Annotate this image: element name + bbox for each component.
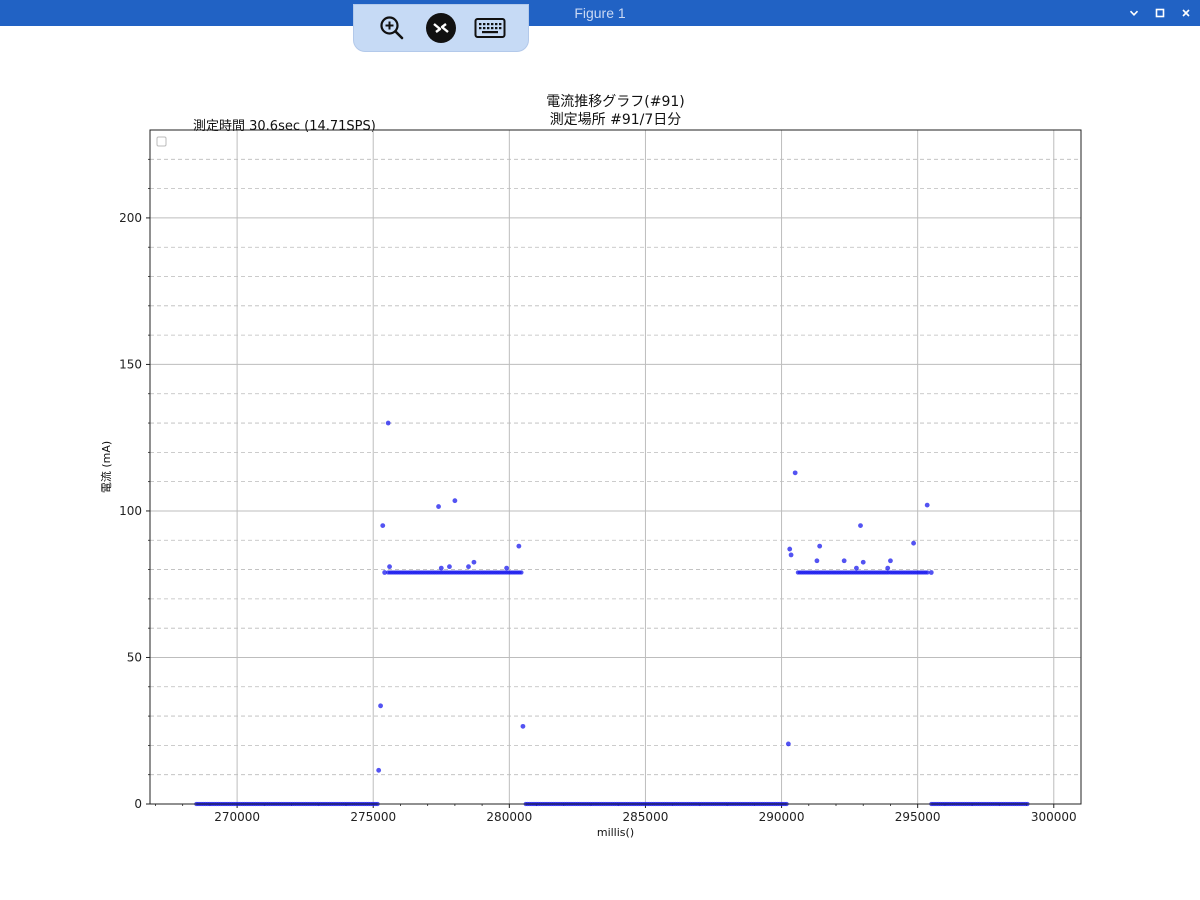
data-point [817, 543, 823, 549]
y-tick-label: 0 [134, 797, 142, 811]
data-point [787, 546, 793, 552]
y-tick-label: 50 [127, 650, 142, 664]
data-point [841, 558, 847, 564]
data-point [519, 570, 524, 575]
data-point [860, 559, 866, 565]
data-point [378, 703, 383, 709]
y-tick-label: 150 [119, 357, 142, 371]
x-tick-label: 290000 [759, 810, 805, 824]
data-point [438, 565, 444, 571]
plot-frame [149, 129, 1082, 805]
data-point [376, 767, 382, 773]
data-point [785, 741, 791, 747]
data-point [447, 564, 452, 570]
data-point [854, 565, 859, 571]
data-point [380, 523, 386, 529]
data-point [466, 564, 471, 570]
x-tick-label: 270000 [214, 810, 260, 824]
legend-box [156, 136, 167, 147]
data-point [911, 540, 916, 546]
scatter-plot: 0 50 100 150 200 270000 275000 280000 285000 2900… [119, 129, 1082, 824]
x-tick-label: 275000 [350, 810, 396, 824]
data-point [382, 570, 388, 575]
data-point [516, 543, 522, 549]
x-tick-label: 285000 [623, 810, 669, 824]
data-point [792, 470, 798, 476]
axis-ticks: 0 50 100 150 200 270000 275000 280000 285000 2900… [119, 158, 1077, 824]
data-point [436, 504, 441, 509]
y-tick-label: 200 [119, 211, 142, 225]
data-point [888, 558, 893, 564]
data-point [924, 502, 930, 508]
data-point [504, 565, 510, 571]
data-point [385, 420, 391, 426]
grid-lines [150, 130, 1081, 805]
data-point [858, 523, 863, 529]
data-point [885, 565, 891, 571]
x-tick-label: 295000 [895, 810, 941, 824]
x-tick-label: 280000 [486, 810, 532, 824]
data-point [520, 723, 526, 729]
x-tick-label: 300000 [1031, 810, 1077, 824]
data-points [194, 420, 1030, 807]
data-point [814, 558, 820, 564]
data-point [471, 559, 477, 565]
data-point [387, 564, 392, 570]
data-point [928, 570, 934, 575]
y-tick-label: 100 [119, 504, 142, 518]
data-point [452, 498, 458, 504]
data-point [788, 552, 794, 558]
